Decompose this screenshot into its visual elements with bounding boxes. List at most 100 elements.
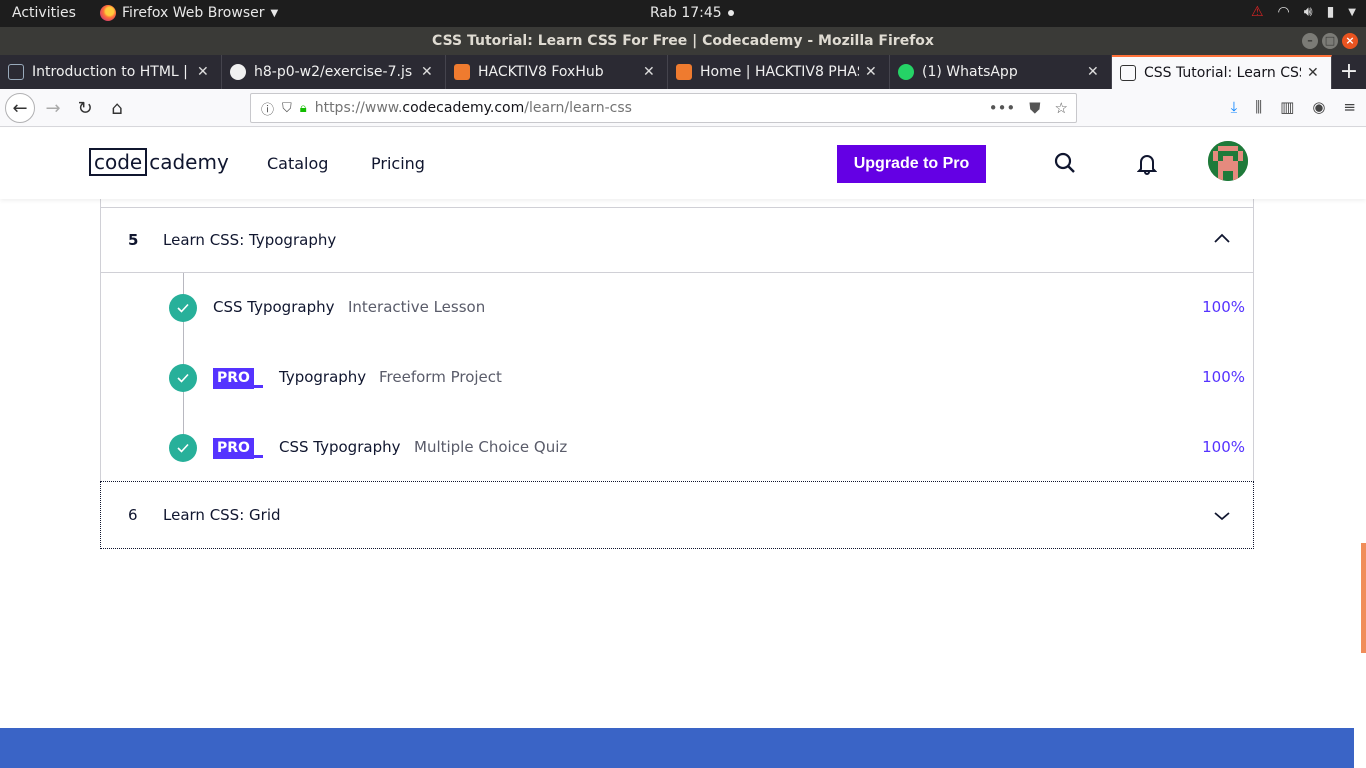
lesson-name[interactable]: CSS Typography [213,298,334,316]
tab-hacktiv8-foxhub[interactable]: HACKTIV8 FoxHub ✕ [446,55,668,89]
tab-introduction-to-html[interactable]: Introduction to HTML | C ✕ [0,55,222,89]
page-scrollbar-thumb[interactable] [1361,543,1366,653]
codecademy-icon [8,64,24,80]
lesson-name[interactable]: CSS Typography [279,438,400,456]
system-top-bar: Activities Firefox Web Browser ▼ Rab 17:… [0,0,1366,27]
close-window-icon[interactable]: × [1342,33,1358,49]
close-tab-icon[interactable]: ✕ [197,64,211,80]
page-actions-icon[interactable]: ••• [989,99,1016,117]
codecademy-icon [1120,65,1136,81]
module-6[interactable]: 6 Learn CSS: Grid [100,481,1254,549]
site-footer [0,728,1354,768]
app-menu-label: Firefox Web Browser [122,5,265,21]
tab-css-tutorial[interactable]: CSS Tutorial: Learn CSS F ✕ [1112,55,1332,89]
chevron-up-icon[interactable] [1213,232,1231,244]
tab-github-exercise[interactable]: h8-p0-w2/exercise-7.js at ✕ [222,55,446,89]
lesson-row[interactable]: PRO CSS Typography Multiple Choice Quiz … [101,428,1253,468]
window-controls: – □ × [1302,33,1358,49]
checkmark-icon [169,434,197,462]
hacktiv8-icon [454,64,470,80]
forward-arrow-icon[interactable]: → [38,93,68,123]
activities-button[interactable]: Activities [12,5,76,21]
module-title: Learn CSS: Typography [163,231,337,249]
checkmark-icon [169,364,197,392]
lesson-progress: 100% [1202,298,1245,316]
caret-down-icon[interactable]: ▼ [1348,7,1356,18]
menu-icon[interactable]: ≡ [1343,98,1356,116]
minimize-icon[interactable]: – [1302,33,1318,49]
module-title: Learn CSS: Grid [163,506,281,524]
system-tray[interactable]: ⚠ ◠ 🔊︎ ▮ ▼ [1251,4,1356,20]
back-arrow-icon[interactable]: ← [5,93,35,123]
tab-hacktiv8-home[interactable]: Home | HACKTIV8 PHASE ✕ [668,55,890,89]
close-tab-icon[interactable]: ✕ [865,64,879,80]
battery-icon[interactable]: ▮ [1327,4,1335,20]
firefox-icon [100,5,116,21]
avatar[interactable] [1208,141,1248,181]
whatsapp-icon [898,64,914,80]
lock-icon[interactable]: 🔒︎ [300,101,307,116]
tab-title: HACKTIV8 FoxHub [478,64,604,80]
new-tab-icon[interactable]: + [1332,55,1366,89]
window-title-bar: CSS Tutorial: Learn CSS For Free | Codec… [0,27,1366,55]
search-icon[interactable] [1054,152,1076,174]
module-header[interactable]: 5 Learn CSS: Typography [101,208,1253,273]
lesson-type: Multiple Choice Quiz [414,438,568,456]
nav-pricing[interactable]: Pricing [371,154,425,173]
tab-title: Introduction to HTML | C [32,64,191,80]
nav-catalog[interactable]: Catalog [267,154,328,173]
page-scrollbar-track[interactable] [1354,199,1366,768]
lesson-row[interactable]: CSS Typography Interactive Lesson 100% [101,288,1253,328]
caret-down-icon: ▼ [270,7,279,19]
close-tab-icon[interactable]: ✕ [1087,64,1101,80]
clock[interactable]: Rab 17:45 [650,5,734,21]
volume-icon[interactable]: 🔊︎ [1304,4,1313,20]
pocket-icon[interactable]: ⛊ [1029,99,1040,117]
maximize-icon[interactable]: □ [1322,33,1338,49]
library-icon[interactable]: ⫼ [1255,98,1262,116]
close-tab-icon[interactable]: ✕ [643,64,657,80]
sidebar-icon[interactable]: ▥ [1280,98,1294,116]
close-tab-icon[interactable]: ✕ [421,64,435,80]
lesson-type: Interactive Lesson [348,298,486,316]
app-menu[interactable]: Firefox Web Browser ▼ [100,5,278,21]
lesson-row[interactable]: PRO Typography Freeform Project 100% [101,358,1253,398]
module-number: 6 [128,506,138,524]
close-tab-icon[interactable]: ✕ [1307,65,1321,81]
checkmark-icon [169,294,197,322]
lesson-type: Freeform Project [379,368,502,386]
tab-title: h8-p0-w2/exercise-7.js at [254,64,415,80]
avatar-pixel-icon [1208,141,1248,181]
url-bar[interactable]: ⓘ ⛉ 🔒︎ https://www. codecademy.com/learn/… [250,93,1077,123]
home-icon[interactable]: ⌂ [102,93,132,123]
info-icon[interactable]: ⓘ [261,99,274,118]
lesson-progress: 100% [1202,368,1245,386]
clock-label: Rab 17:45 [650,5,722,21]
chevron-down-icon[interactable] [1213,510,1231,522]
tab-whatsapp[interactable]: (1) WhatsApp ✕ [890,55,1112,89]
download-icon[interactable]: ⤓ [1231,98,1238,116]
url-host: codecademy.com [402,100,525,116]
url-prefix: https://www. [314,100,403,116]
tracking-shield-icon[interactable]: ⛉ [282,101,292,116]
url-actions: ••• ⛊ ☆ [989,99,1068,117]
pro-badge-underline [254,385,263,388]
notification-dot-icon [727,10,734,16]
lesson-name[interactable]: Typography [279,368,366,386]
module-5: 5 Learn CSS: Typography CSS Typography I… [100,207,1254,482]
bookmark-star-icon[interactable]: ☆ [1055,99,1068,117]
upgrade-to-pro-button[interactable]: Upgrade to Pro [837,145,986,183]
warning-icon[interactable]: ⚠ [1251,4,1264,20]
codecademy-logo[interactable]: code cademy [89,148,229,176]
account-icon[interactable]: ◉ [1312,98,1325,116]
logo-code: code [89,148,148,176]
pro-badge-underline [254,455,263,458]
wifi-icon[interactable]: ◠ [1278,4,1290,20]
reload-icon[interactable]: ↻ [70,93,100,123]
bell-icon[interactable] [1137,153,1157,175]
module-number: 5 [128,231,139,249]
window-title: CSS Tutorial: Learn CSS For Free | Codec… [432,33,934,49]
lesson-progress: 100% [1202,438,1245,456]
navigation-toolbar: ← → ↻ ⌂ ⓘ ⛉ 🔒︎ https://www. codecademy.co… [0,89,1366,127]
github-icon [230,64,246,80]
